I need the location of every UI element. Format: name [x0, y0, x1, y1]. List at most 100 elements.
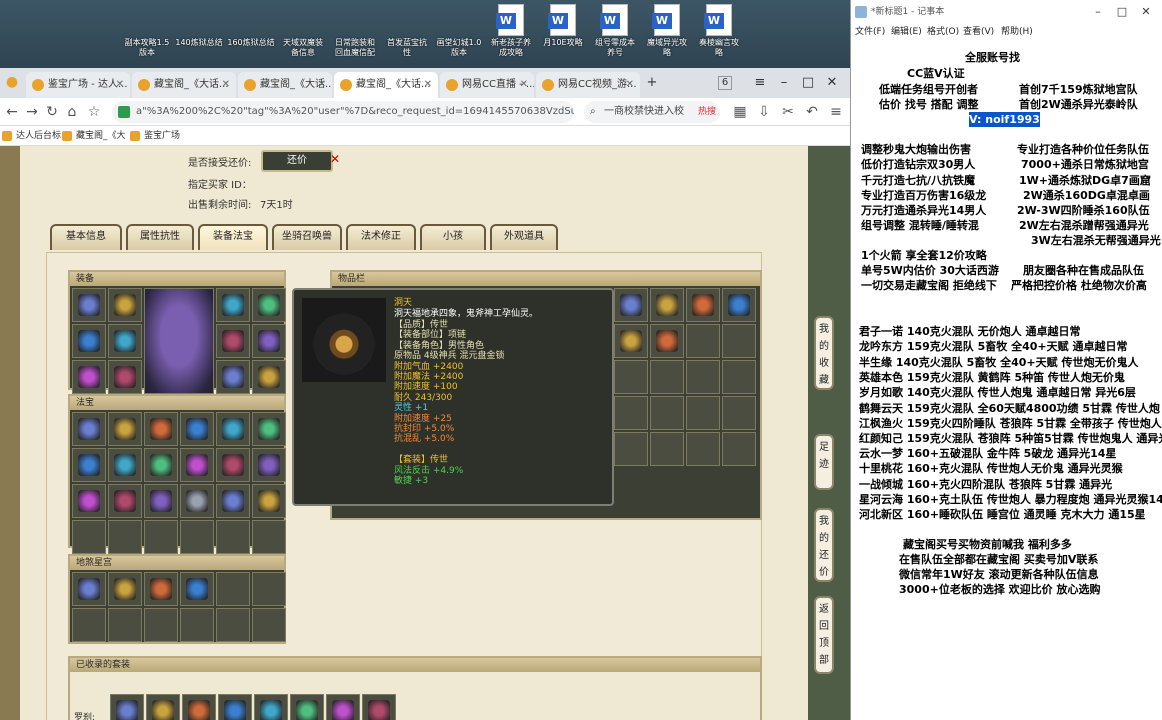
game-tab[interactable]: 装备法宝	[198, 224, 268, 250]
inventory-slot[interactable]	[108, 448, 142, 482]
inventory-slot[interactable]	[72, 412, 106, 446]
minimize-icon[interactable]: –	[772, 72, 796, 94]
bookmark-item[interactable]: 藏宝阁_《大	[62, 129, 126, 143]
inventory-slot[interactable]	[722, 432, 756, 466]
inventory-slot[interactable]	[108, 484, 142, 518]
inventory-slot[interactable]	[144, 412, 178, 446]
inventory-slot[interactable]	[686, 324, 720, 358]
inventory-slot[interactable]	[72, 572, 106, 606]
menu-icon[interactable]: ≡	[748, 72, 772, 94]
inventory-slot[interactable]	[650, 432, 684, 466]
reload-icon[interactable]: ↻	[42, 102, 62, 122]
desktop-icon[interactable]: 日常跑装和 回血魔信配	[328, 4, 382, 114]
notepad-close-icon[interactable]: ✕	[1133, 0, 1159, 24]
inventory-slot[interactable]	[722, 324, 756, 358]
inventory-slot[interactable]	[252, 324, 286, 358]
inventory-slot[interactable]	[182, 694, 216, 720]
inventory-slot[interactable]	[290, 694, 324, 720]
inventory-slot[interactable]	[110, 694, 144, 720]
desktop-icon[interactable]: W 魔域异光攻 略	[640, 4, 694, 66]
more-icon[interactable]: ≡	[826, 102, 846, 122]
tab-close-icon[interactable]: ✕	[318, 72, 326, 98]
home-icon[interactable]: ⌂	[62, 102, 82, 122]
inventory-slot[interactable]	[72, 360, 106, 394]
notepad-menu-item[interactable]: 文件(F)	[855, 24, 885, 40]
inventory-slot[interactable]	[686, 432, 720, 466]
close-red-icon[interactable]: ✕	[330, 152, 340, 166]
inventory-slot[interactable]	[650, 360, 684, 394]
new-tab-button[interactable]: +	[640, 72, 664, 94]
notepad-menu-item[interactable]: 编辑(E)	[891, 24, 922, 40]
inventory-slot[interactable]	[216, 360, 250, 394]
bookmark-item[interactable]: 达人后台标	[2, 129, 61, 143]
inventory-slot[interactable]	[216, 448, 250, 482]
inventory-slot[interactable]	[252, 572, 286, 606]
side-button[interactable]: 我 的 收 藏	[814, 316, 834, 390]
desktop-icon[interactable]: 160炼狱总结	[224, 4, 278, 114]
tab-close-icon[interactable]: ✕	[424, 72, 432, 98]
notepad-text-area[interactable]: 全服账号找 CC蓝V认证 低端任务组号开创者 首创7千159炼狱地宫队 估价 找号 搭配…	[851, 40, 1162, 720]
inventory-slot[interactable]	[650, 324, 684, 358]
notepad-minimize-icon[interactable]: –	[1085, 0, 1111, 24]
notepad-menu-item[interactable]: 格式(O)	[927, 24, 959, 40]
browser-tab[interactable]: 鉴宝广场 - 达人... ✕	[26, 72, 130, 98]
inventory-slot[interactable]	[216, 520, 250, 554]
game-tab[interactable]: 外观道具	[490, 224, 558, 250]
side-button[interactable]: 返 回 顶 部	[814, 596, 834, 674]
desktop-icon[interactable]: 画堂幻城1.0 版本	[432, 4, 486, 114]
inventory-slot[interactable]	[252, 448, 286, 482]
inventory-slot[interactable]	[216, 608, 250, 642]
inventory-slot[interactable]	[108, 360, 142, 394]
inventory-slot[interactable]	[144, 484, 178, 518]
inventory-slot[interactable]	[216, 412, 250, 446]
inventory-slot[interactable]	[722, 396, 756, 430]
side-button[interactable]: 足 迹	[814, 434, 834, 490]
inventory-slot[interactable]	[72, 520, 106, 554]
inventory-slot[interactable]	[614, 432, 648, 466]
scissors-icon[interactable]: ✂	[778, 102, 798, 122]
notepad-menu-item[interactable]: 帮助(H)	[1001, 24, 1033, 40]
counter-offer-button[interactable]: 还价	[261, 150, 333, 172]
inventory-slot[interactable]	[216, 572, 250, 606]
inventory-slot[interactable]	[180, 484, 214, 518]
bookmark-item[interactable]: 鉴宝广场	[130, 129, 180, 143]
inventory-slot[interactable]	[218, 694, 252, 720]
inventory-slot[interactable]	[180, 448, 214, 482]
side-button[interactable]: 我 的 还 价	[814, 508, 834, 582]
inventory-slot[interactable]	[72, 324, 106, 358]
inventory-slot[interactable]	[108, 608, 142, 642]
inventory-slot[interactable]	[180, 412, 214, 446]
game-tab[interactable]: 法术修正	[346, 224, 416, 250]
inventory-slot[interactable]	[108, 520, 142, 554]
inventory-slot[interactable]	[252, 484, 286, 518]
maximize-icon[interactable]: □	[796, 72, 820, 94]
tab-close-icon[interactable]: ✕	[116, 72, 124, 98]
desktop-icon[interactable]: 首发蓝宝抗 性	[380, 4, 434, 114]
inventory-slot[interactable]	[180, 572, 214, 606]
search-box[interactable]: ⌕ 一商校禁快进入校 热搜	[584, 101, 720, 123]
close-icon[interactable]: ✕	[820, 72, 844, 94]
inventory-slot[interactable]	[252, 360, 286, 394]
inventory-slot[interactable]	[722, 360, 756, 394]
inventory-slot[interactable]	[686, 288, 720, 322]
browser-tab[interactable]: 网易CC直播 - ... ✕	[440, 72, 534, 98]
tab-count-badge[interactable]: 6	[718, 76, 732, 90]
inventory-slot[interactable]	[252, 520, 286, 554]
browser-logo-icon[interactable]: ●	[2, 72, 22, 92]
inventory-slot[interactable]	[72, 288, 106, 322]
notepad-menu-item[interactable]: 查看(V)	[963, 24, 994, 40]
inventory-slot[interactable]	[722, 288, 756, 322]
desktop-icon[interactable]: 副本攻略1.5 版本	[120, 4, 174, 114]
undo-icon[interactable]: ↶	[802, 102, 822, 122]
inventory-slot[interactable]	[614, 360, 648, 394]
desktop-icon[interactable]: 140炼狱总结	[172, 4, 226, 114]
inventory-slot[interactable]	[614, 396, 648, 430]
inventory-slot[interactable]	[650, 288, 684, 322]
inventory-slot[interactable]	[216, 288, 250, 322]
grid-icon[interactable]: ▦	[730, 102, 750, 122]
browser-tab[interactable]: 藏宝阁_《大话... ✕	[132, 72, 236, 98]
game-tab[interactable]: 小孩	[420, 224, 486, 250]
game-tab[interactable]: 基本信息	[50, 224, 122, 250]
browser-tab[interactable]: 藏宝阁_《大话... ✕	[238, 72, 332, 98]
inventory-slot[interactable]	[72, 484, 106, 518]
